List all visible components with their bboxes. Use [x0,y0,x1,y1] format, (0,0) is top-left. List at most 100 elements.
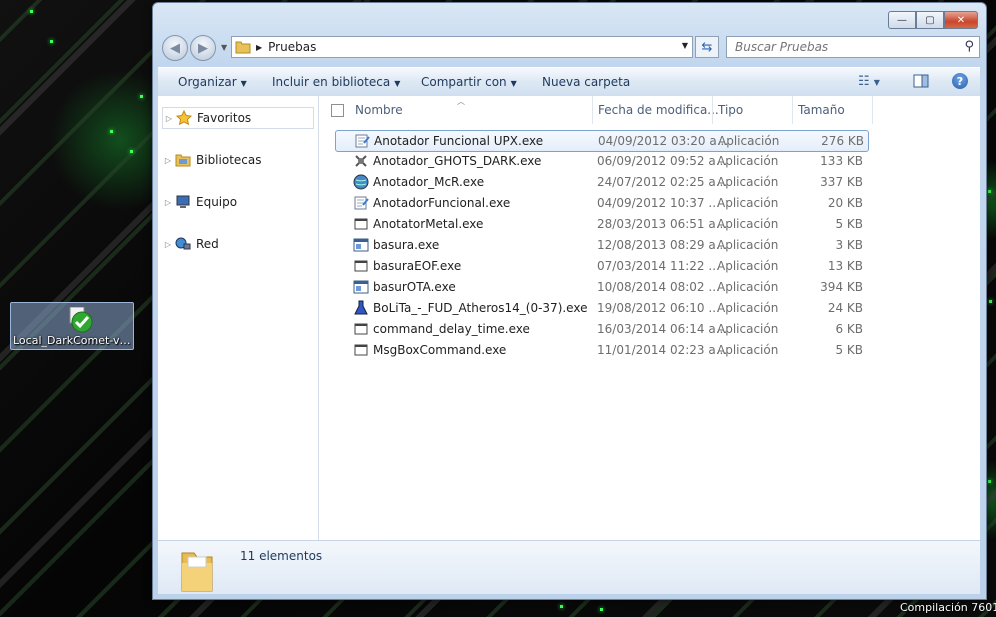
expand-icon[interactable]: ▷ [163,114,175,123]
nav-item-red[interactable]: ▷ Red [162,234,312,254]
file-size: 5 KB [835,217,863,231]
address-dropdown-icon[interactable]: ▼ [682,41,688,50]
checkmark-icon [66,306,94,333]
file-date: 16/03/2014 06:14 a... [597,322,728,336]
column-separator[interactable] [792,96,793,124]
file-date: 11/01/2014 02:23 a... [597,343,728,357]
expand-icon[interactable]: ▷ [162,198,174,207]
details-pane: 11 elementos [158,541,980,594]
file-date: 19/08/2012 06:10 ... [597,301,720,315]
ghost-icon [353,153,369,169]
desktop-icon-darkcomet[interactable]: Local_DarkComet-v5... [10,302,134,350]
file-row[interactable]: basuraEOF.exe 07/03/2014 11:22 ... Aplicac… [335,256,867,276]
file-row[interactable]: MsgBoxCommand.exe 11/01/2014 02:23 a... Ap… [335,340,867,360]
build-watermark: Compilación 7601 [900,601,996,614]
notepad-icon [354,133,370,149]
share-with-label: Compartir con [421,75,507,89]
search-input[interactable] [733,39,957,55]
preview-pane-icon[interactable] [913,74,929,92]
share-with-menu[interactable]: Compartir con ▼ [421,75,517,89]
column-separator[interactable] [592,96,593,124]
desktop-light [30,10,33,13]
back-arrow-icon: ◀ [170,40,180,56]
column-header-name[interactable]: Nombre [355,96,403,124]
recent-pages-dropdown-icon[interactable]: ▼ [221,43,227,52]
file-type: Aplicación [717,175,779,189]
nav-item-favoritos[interactable]: ▷ Favoritos [162,107,314,129]
address-bar[interactable]: ▶ Pruebas ▼ [231,36,693,58]
breadcrumb-chevron-icon[interactable]: ▶ [256,43,262,52]
file-name: basurOTA.exe [373,280,456,294]
exe-icon [353,279,369,295]
file-date: 28/03/2013 06:51 a... [597,217,728,231]
help-icon[interactable]: ? [952,73,968,89]
refresh-icon: ⇆ [701,39,713,55]
file-row[interactable]: basurOTA.exe 10/08/2014 08:02 ... Aplicaci… [335,277,867,297]
file-size: 5 KB [835,343,863,357]
folder-icon [178,549,216,592]
column-separator[interactable] [712,96,713,124]
nav-label: Red [196,237,219,251]
file-type: Aplicación [717,301,779,315]
expand-icon[interactable]: ▷ [162,240,174,249]
file-row[interactable]: BoLiTa_-_FUD_Atheros14_(0-37).exe 19/08/2… [335,298,867,318]
file-size: 3 KB [835,238,863,252]
file-name: basura.exe [373,238,440,252]
column-separator[interactable] [872,96,873,124]
nav-label: Bibliotecas [196,153,262,167]
file-size: 20 KB [827,196,863,210]
file-type: Aplicación [717,343,779,357]
maximize-button[interactable]: ▢ [916,11,944,29]
column-header-type[interactable]: Tipo [718,96,743,124]
column-header-size[interactable]: Tamaño [798,96,845,124]
desktop-light [140,95,143,98]
chevron-down-icon: ▼ [510,79,517,88]
search-icon[interactable]: ⚲ [964,39,974,54]
file-name: AnotadorFuncional.exe [373,196,511,210]
chevron-down-icon: ▼ [394,79,401,88]
nav-item-equipo[interactable]: ▷ Equipo [162,192,312,212]
navigation-pane: ▷ Favoritos ▷ Bibliotecas ▷ Equipo ▷ Red [158,96,319,540]
file-name: AnotatorMetal.exe [373,217,484,231]
refresh-button[interactable]: ⇆ [695,36,719,58]
file-row[interactable]: basura.exe 12/08/2013 08:29 a... Aplicació… [335,235,867,255]
expand-icon[interactable]: ▷ [162,156,174,165]
minimize-button[interactable]: — [888,11,916,29]
file-row[interactable]: Anotador Funcional UPX.exe 04/09/2012 03:… [335,130,869,152]
content-area: ▷ Favoritos ▷ Bibliotecas ▷ Equipo ▷ Red [158,96,980,541]
file-name: Anotador_GHOTS_DARK.exe [373,154,542,168]
include-library-menu[interactable]: Incluir en biblioteca ▼ [272,75,400,89]
select-all-checkbox[interactable] [331,104,344,117]
file-list: ︿ Nombre Fecha de modifica... Tipo Tamañ… [319,96,980,540]
desktop-light [130,150,133,153]
app-window-icon [353,342,369,358]
file-row[interactable]: Anotador_GHOTS_DARK.exe 06/09/2012 09:52 … [335,151,867,171]
file-row[interactable]: Anotador_McR.exe 24/07/2012 02:25 a... Apl… [335,172,867,192]
forward-arrow-icon: ▶ [198,40,208,56]
desktop-light [560,605,563,608]
back-button[interactable]: ◀ [162,35,188,61]
file-row[interactable]: command_delay_time.exe 16/03/2014 06:14 a… [335,319,867,339]
forward-button[interactable]: ▶ [190,35,216,61]
desktop-light [50,40,53,43]
desktop-light [988,480,991,483]
view-options-icon[interactable]: ☷ ▼ [858,74,880,89]
file-date: 12/08/2013 08:29 a... [597,238,728,252]
flask-icon [353,300,369,316]
explorer-window: — ▢ ✕ ◀ ▶ ▼ ▶ Pruebas ▼ ⇆ ⚲ Organizar▼ I… [152,2,987,600]
file-row[interactable]: AnotadorFuncional.exe 04/09/2012 10:37 ..… [335,193,867,213]
search-box[interactable]: ⚲ [726,36,980,58]
command-bar: Organizar ▼ Incluir en biblioteca ▼ Compar… [158,67,980,97]
file-name: Anotador_McR.exe [373,175,485,189]
new-folder-button[interactable]: Nueva carpeta [542,75,630,89]
column-header-date[interactable]: Fecha de modifica... [598,96,719,124]
close-button[interactable]: ✕ [944,11,978,29]
organize-menu[interactable]: Organizar ▼ [178,75,247,89]
new-folder-label: Nueva carpeta [542,75,631,89]
file-row[interactable]: AnotatorMetal.exe 28/03/2013 06:51 a... Ap… [335,214,867,234]
breadcrumb-current[interactable]: Pruebas [268,40,316,54]
file-size: 394 KB [820,280,863,294]
nav-item-bibliotecas[interactable]: ▷ Bibliotecas [162,150,312,170]
file-type: Aplicación [717,280,779,294]
nav-label: Equipo [196,195,238,209]
